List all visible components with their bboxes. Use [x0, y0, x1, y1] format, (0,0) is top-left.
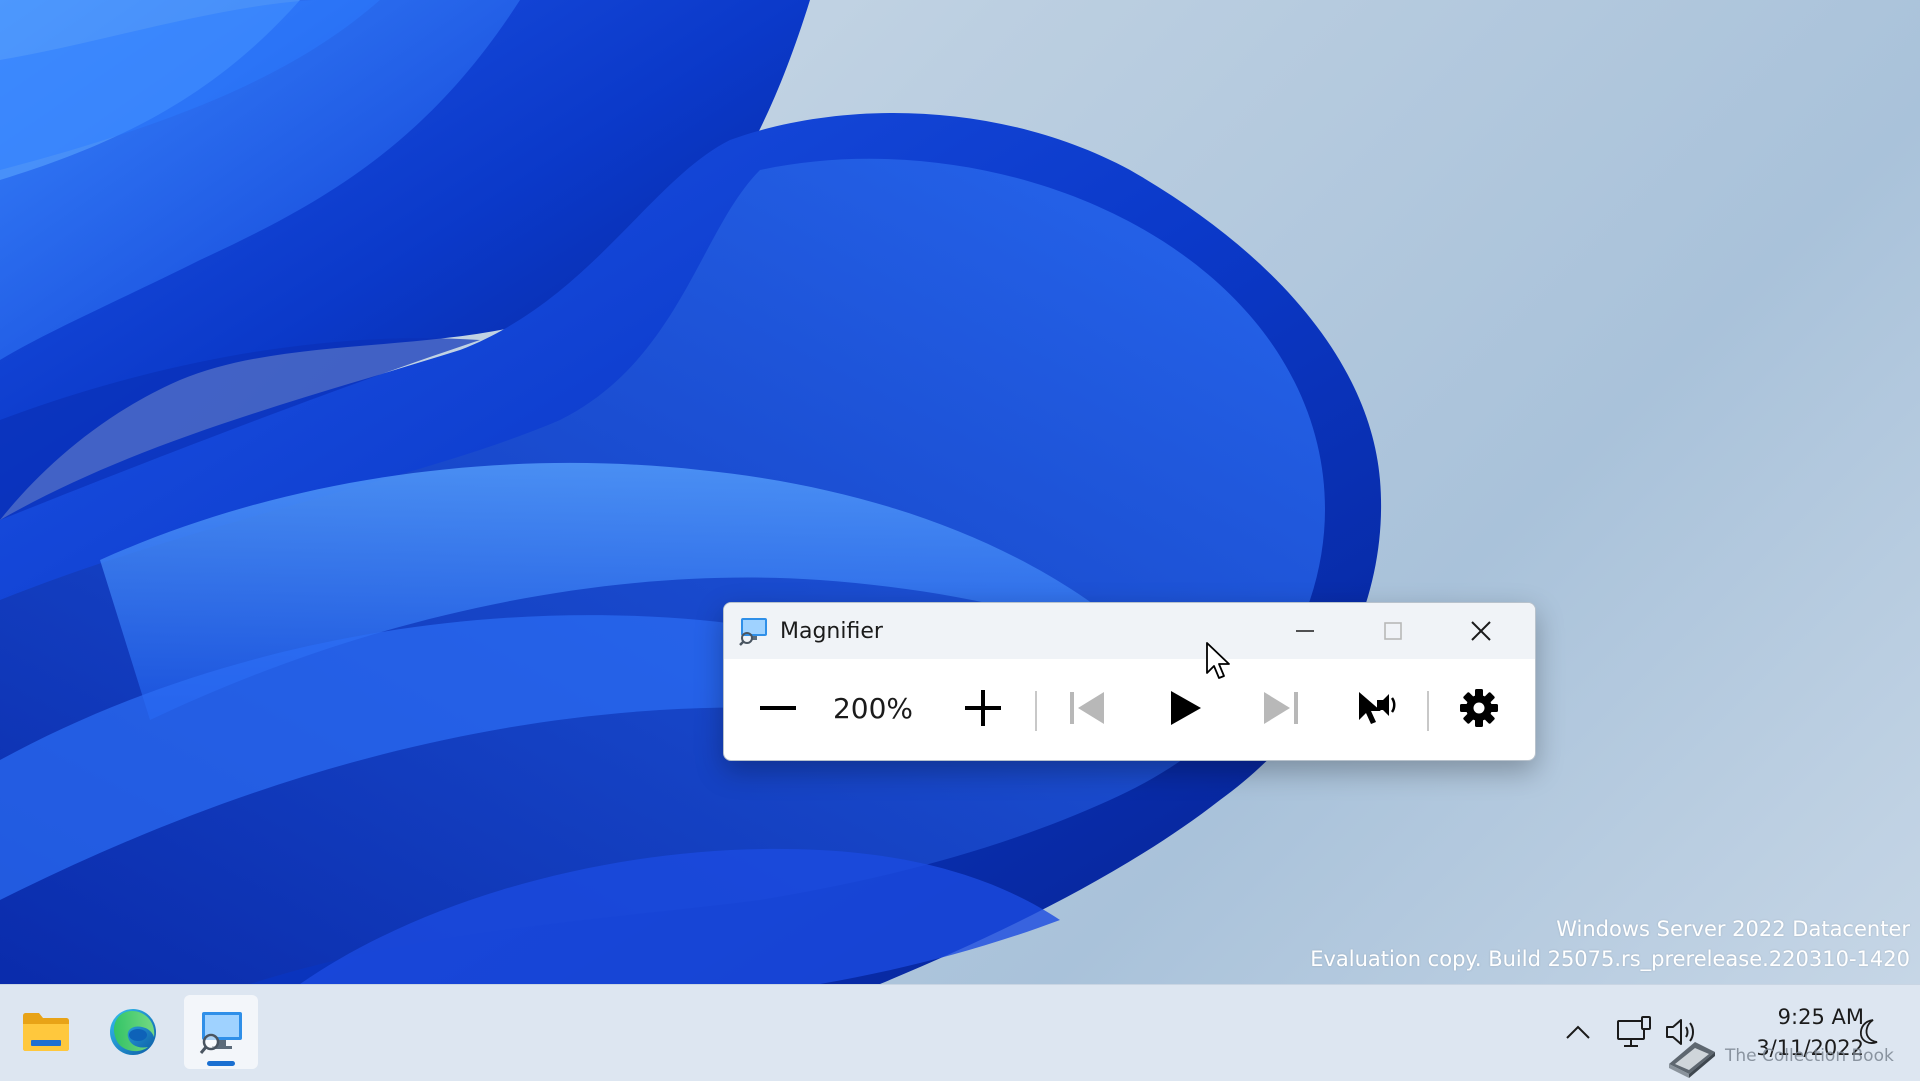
taskbar-file-explorer[interactable]	[9, 995, 83, 1069]
mouse-cursor-icon	[1206, 642, 1230, 679]
next-paragraph-button	[1250, 678, 1310, 738]
read-from-here-button[interactable]	[1347, 678, 1407, 738]
bloom-wallpaper	[0, 0, 1381, 984]
skip-back-icon	[1070, 692, 1104, 724]
previous-paragraph-button	[1058, 678, 1118, 738]
magnifier-icon	[199, 1012, 242, 1054]
evaluation-watermark: Windows Server 2022 Datacenter Evaluatio…	[1310, 914, 1910, 974]
clock-time: 9:25 AM	[1777, 1005, 1864, 1029]
settings-button[interactable]	[1449, 678, 1509, 738]
watermark-edition: Windows Server 2022 Datacenter	[1556, 917, 1910, 941]
collection-book-overlay: The Collection Book	[1665, 1034, 1894, 1078]
book-icon	[1669, 1042, 1715, 1078]
active-app-indicator	[207, 1061, 235, 1066]
gear-icon	[1460, 689, 1498, 727]
window-title: Magnifier	[780, 619, 883, 644]
close-icon	[1471, 621, 1491, 641]
play-icon	[1171, 691, 1201, 725]
play-button[interactable]	[1155, 678, 1215, 738]
zoom-out-button[interactable]	[748, 678, 808, 738]
maximize-icon	[1384, 622, 1402, 640]
edge-icon	[110, 1009, 156, 1055]
folder-icon	[23, 1013, 69, 1051]
toolbar-separator	[1427, 691, 1429, 731]
magnifier-window[interactable]: Magnifier 200%	[723, 602, 1536, 761]
skip-forward-icon	[1264, 692, 1298, 724]
taskbar-magnifier[interactable]	[184, 995, 258, 1069]
minus-icon	[760, 706, 796, 710]
title-bar[interactable]: Magnifier	[724, 603, 1535, 659]
zoom-level: 200%	[832, 692, 914, 725]
read-from-here-icon	[1359, 692, 1396, 724]
watermark-build: Evaluation copy. Build 25075.rs_prerelea…	[1310, 947, 1910, 971]
plus-icon	[965, 690, 1001, 726]
maximize-button	[1349, 603, 1437, 659]
taskbar-microsoft-edge[interactable]	[96, 995, 170, 1069]
magnifier-toolbar: 200%	[724, 659, 1535, 760]
toolbar-separator	[1035, 691, 1037, 731]
minimize-button[interactable]	[1261, 603, 1349, 659]
desktop: Windows Server 2022 Datacenter Evaluatio…	[0, 0, 1920, 984]
network-button[interactable]	[1614, 1010, 1654, 1054]
close-button[interactable]	[1437, 603, 1525, 659]
show-hidden-icons-button[interactable]	[1560, 1010, 1596, 1054]
collection-book-label: The Collection Book	[1725, 1046, 1894, 1066]
magnifier-app-icon	[739, 618, 767, 646]
chevron-up-icon	[1566, 1025, 1590, 1039]
zoom-in-button[interactable]	[953, 678, 1013, 738]
minimize-icon	[1296, 630, 1314, 632]
network-icon	[1617, 1016, 1651, 1047]
